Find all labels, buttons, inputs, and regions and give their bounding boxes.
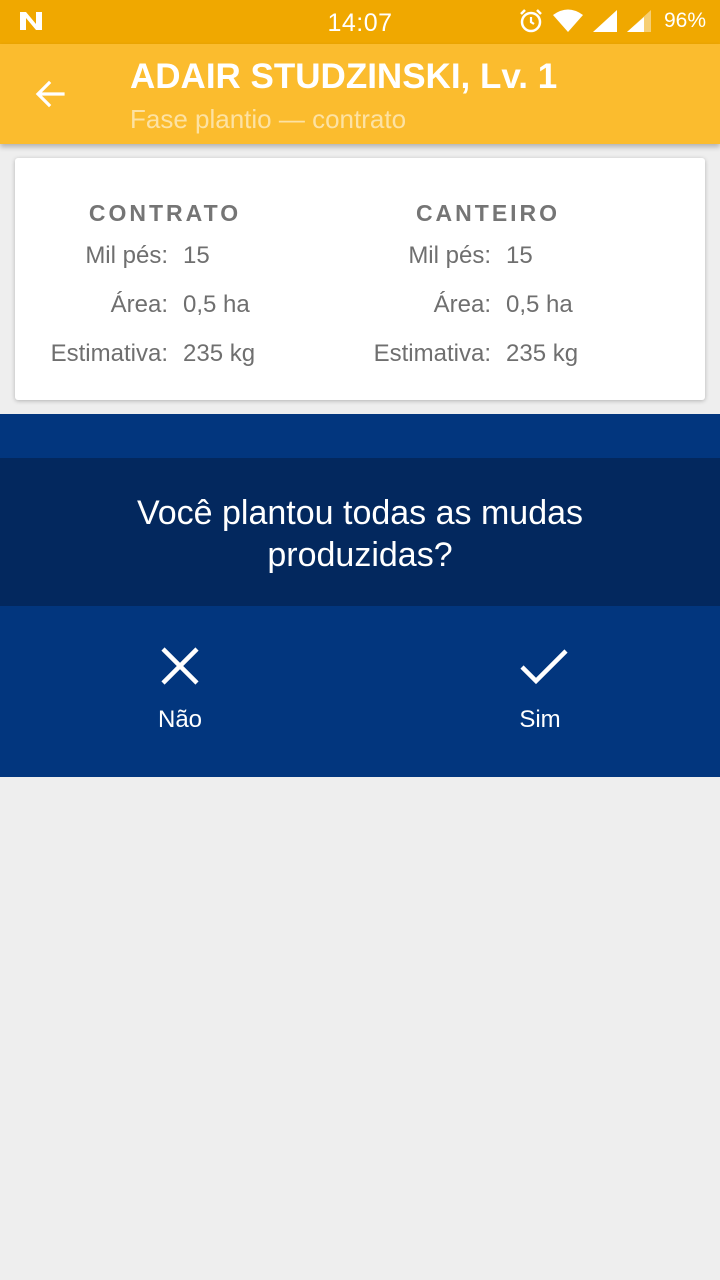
question-band: Você plantou todas as mudas produzidas? [0, 458, 720, 606]
yes-button-label: Sim [519, 706, 561, 733]
row-value: 15 [506, 242, 533, 269]
signal-icon [592, 10, 617, 32]
row-label: Estimativa: [50, 340, 168, 367]
arrow-back-icon[interactable] [33, 76, 69, 112]
close-icon [161, 647, 199, 685]
row-label: Área: [110, 291, 168, 318]
yes-button[interactable]: Sim [360, 606, 720, 777]
page-title: ADAIR STUDZINSKI, Lv. 1 [130, 57, 558, 96]
row-value: 0,5 ha [506, 291, 573, 318]
canteiro-header: CANTEIRO [415, 200, 561, 226]
wifi-icon [552, 9, 583, 32]
row-label: Área: [433, 291, 491, 318]
alarm-icon [520, 9, 542, 33]
row-value: 15 [183, 242, 210, 269]
status-bar: 14:07 96% [0, 0, 720, 44]
row-value: 235 kg [183, 340, 256, 367]
signal-icon-2 [626, 10, 651, 32]
no-button-label: Não [157, 706, 203, 733]
question-text: Você plantou todas as mudas produzidas? [136, 494, 584, 574]
row-label: Mil pés: [408, 242, 491, 269]
contrato-header: CONTRATO [88, 200, 242, 226]
row-value: 235 kg [506, 340, 579, 367]
no-button[interactable]: Não [0, 606, 360, 777]
question-panel: Você plantou todas as mudas produzidas? … [0, 414, 720, 777]
summary-card: CONTRATO Mil pés: 15 Área: 0,5 ha Estima… [15, 158, 705, 400]
row-value: 0,5 ha [183, 291, 250, 318]
page-subtitle: Fase plantio — contrato [130, 104, 407, 134]
row-label: Estimativa: [373, 340, 491, 367]
row-label: Mil pés: [85, 242, 168, 269]
app-bar: ADAIR STUDZINSKI, Lv. 1 Fase plantio — c… [0, 44, 720, 144]
battery-percentage: 96% [663, 9, 706, 32]
check-icon [520, 649, 568, 685]
